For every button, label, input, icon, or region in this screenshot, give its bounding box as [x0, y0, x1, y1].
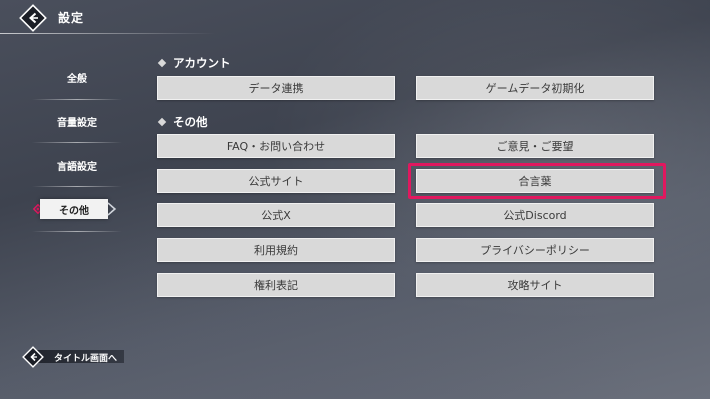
official-discord-button[interactable]: 公式Discord [416, 203, 654, 227]
return-to-title-button[interactable]: タイトル画面へ [22, 346, 124, 368]
section-title: その他 [173, 115, 208, 129]
data-link-button[interactable]: データ連携 [157, 76, 395, 100]
rights-notice-button[interactable]: 権利表記 [157, 273, 395, 297]
privacy-policy-button[interactable]: プライバシーポリシー [416, 238, 654, 262]
chevron-right-icon [107, 202, 117, 216]
section-other-heading: その他 [157, 114, 208, 130]
page-title: 設定 [58, 11, 85, 25]
guide-site-button[interactable]: 攻略サイト [416, 273, 654, 297]
sidebar-divider [32, 142, 122, 143]
footer-label: タイトル画面へ [54, 354, 118, 364]
official-site-button[interactable]: 公式サイト [157, 169, 395, 193]
official-x-button[interactable]: 公式X [157, 203, 395, 227]
header-divider [0, 33, 215, 34]
faq-contact-button[interactable]: FAQ・お問い合わせ [157, 134, 395, 158]
feedback-button[interactable]: ご意見・ご要望 [416, 134, 654, 158]
section-title: アカウント [173, 56, 231, 70]
sidebar-divider [32, 186, 122, 187]
back-arrow-icon[interactable] [19, 4, 47, 32]
sidebar-item-general[interactable]: 全般 [32, 60, 122, 94]
diamond-bullet-icon [157, 58, 167, 68]
back-arrow-icon [22, 346, 44, 368]
diamond-bullet-icon [157, 117, 167, 127]
sidebar-divider [32, 99, 122, 100]
section-account-heading: アカウント [157, 55, 231, 71]
sidebar-item-volume[interactable]: 音量設定 [32, 104, 122, 138]
terms-button[interactable]: 利用規約 [157, 238, 395, 262]
reset-game-data-button[interactable]: ゲームデータ初期化 [416, 76, 654, 100]
header-bar: 設定 [0, 0, 710, 36]
sidebar-item-language[interactable]: 言語設定 [32, 148, 122, 182]
selection-highlight [408, 163, 666, 199]
sidebar-divider [32, 231, 122, 232]
sidebar-item-other[interactable]: その他 [40, 199, 108, 219]
